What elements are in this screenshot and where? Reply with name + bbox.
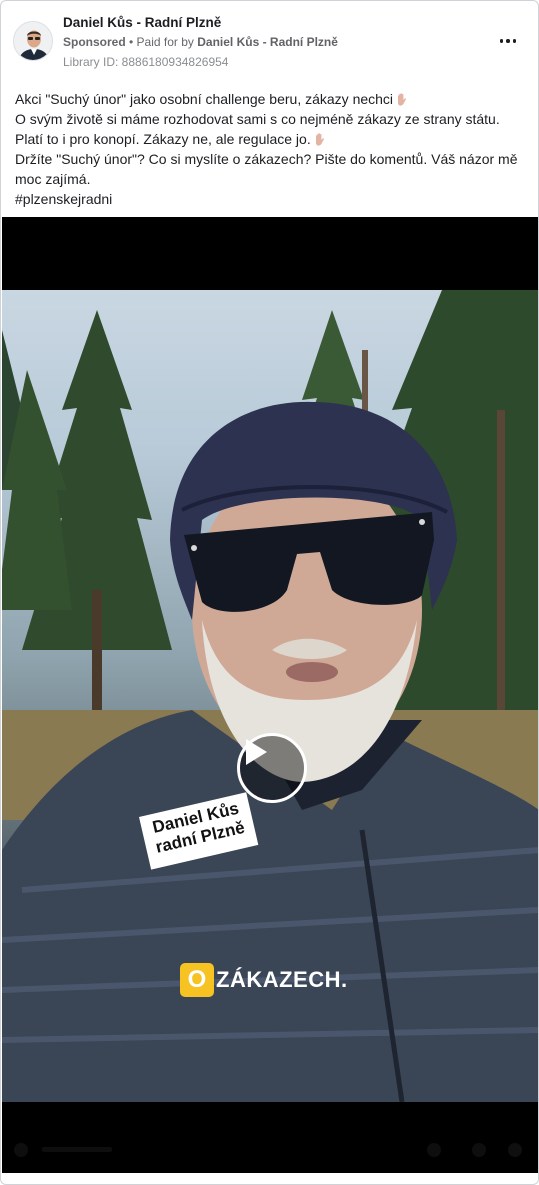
post-line: Akci "Suchý únor" jako osobní challenge … [15, 89, 527, 109]
separator: • [125, 35, 137, 49]
payer-name: Daniel Kůs - Radní Plzně [197, 35, 338, 49]
more-options-icon [499, 39, 517, 43]
post-line: O svým životě si máme rozhodovat sami s … [15, 111, 500, 127]
video-thumbnail: Daniel Kůs radní Plzně O ZÁKAZECH. [2, 290, 538, 1102]
brand-logo-letter: O [180, 963, 214, 997]
post-text: Akci "Suchý únor" jako osobní challenge … [15, 89, 527, 209]
video-controls [2, 1135, 538, 1163]
hashtag-link[interactable]: #plzenskejradni [15, 189, 527, 209]
raised-hand-emoji-icon [398, 93, 407, 106]
fullscreen-icon[interactable] [472, 1143, 486, 1157]
more-options-button[interactable] [496, 29, 520, 53]
play-icon [246, 739, 267, 765]
brand-logo-word: ZÁKAZECH. [216, 967, 348, 992]
paid-for-prefix: Paid for by [136, 35, 198, 49]
sponsored-line: Sponsored • Paid for by Daniel Kůs - Rad… [63, 35, 338, 49]
ad-card: Daniel Kůs - Radní Plzně Sponsored • Pai… [0, 0, 539, 1185]
play-button[interactable] [237, 733, 307, 803]
video-player[interactable]: Daniel Kůs radní Plzně O ZÁKAZECH. [2, 217, 538, 1173]
brand-overlay: O ZÁKAZECH. [180, 963, 348, 997]
sponsored-label: Sponsored [63, 35, 126, 49]
settings-icon[interactable] [427, 1143, 441, 1157]
mute-icon[interactable] [14, 1143, 28, 1157]
raised-hand-emoji-icon [315, 133, 324, 146]
page-avatar[interactable] [13, 21, 53, 61]
page-name-link[interactable]: Daniel Kůs - Radní Plzně [63, 15, 221, 30]
ad-header: Daniel Kůs - Radní Plzně Sponsored • Pai… [1, 1, 538, 81]
post-line: Držíte "Suchý únor"? Co si myslíte o zák… [15, 151, 518, 187]
volume-icon[interactable] [508, 1143, 522, 1157]
progress-bar[interactable] [42, 1147, 112, 1152]
library-id: Library ID: 8886180934826954 [63, 55, 229, 69]
post-line: Platí to i pro konopí. Zákazy ne, ale re… [15, 129, 527, 149]
